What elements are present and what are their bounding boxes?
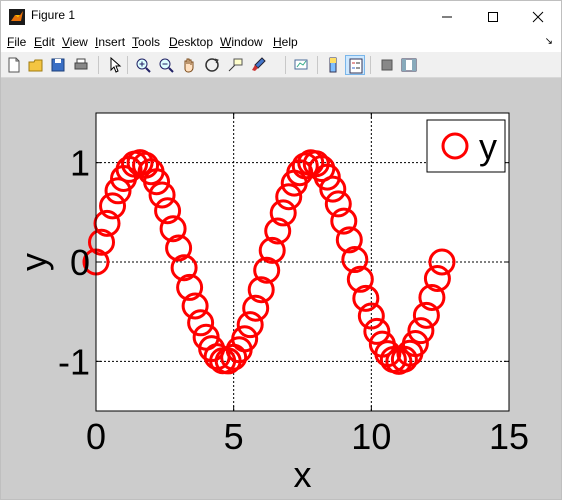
save-button[interactable] — [48, 55, 68, 75]
save-icon — [51, 58, 65, 72]
zoom-in-button[interactable] — [133, 55, 153, 75]
toolbar-separator — [370, 56, 371, 74]
figure-canvas: 0 5 10 15 1 0 -1 x y y — [1, 78, 561, 499]
y-tick-label: -1 — [58, 341, 90, 382]
menu-view[interactable]: View — [62, 35, 88, 49]
brush-button[interactable] — [248, 55, 268, 75]
show-plot-tools-icon — [401, 58, 417, 72]
rotate-3d-button[interactable] — [202, 55, 222, 75]
toolbar-separator — [285, 56, 286, 74]
minimize-icon — [442, 16, 452, 17]
window-title: Figure 1 — [31, 8, 76, 22]
y-tick-label: 0 — [70, 242, 90, 283]
new-figure-icon — [8, 57, 20, 73]
menu-window[interactable]: Window — [220, 35, 263, 49]
menu-bar: ↘ File Edit View Insert Tools Desktop Window He… — [1, 32, 561, 52]
menu-desktop[interactable]: Desktop — [169, 35, 213, 49]
legend-button[interactable] — [345, 55, 365, 75]
print-icon — [74, 58, 88, 70]
menu-edit[interactable]: Edit — [34, 35, 55, 49]
zoom-in-icon — [136, 58, 151, 73]
close-button[interactable] — [515, 1, 561, 32]
pan-hand-icon — [184, 58, 194, 73]
link-plot-button[interactable] — [291, 55, 311, 75]
menu-insert[interactable]: Insert — [95, 35, 125, 49]
zoom-out-button[interactable] — [156, 55, 176, 75]
link-plot-icon — [294, 59, 308, 70]
toolbar-separator — [127, 56, 128, 74]
menu-tools[interactable]: Tools — [132, 35, 160, 49]
menu-file[interactable]: File — [7, 35, 26, 49]
x-tick-label: 5 — [224, 416, 244, 457]
close-icon — [532, 11, 544, 22]
hide-plot-tools-button[interactable] — [377, 55, 397, 75]
zoom-out-icon — [159, 58, 174, 73]
menu-help[interactable]: Help — [273, 35, 298, 49]
data-cursor-icon — [228, 58, 243, 72]
x-tick-label: 15 — [489, 416, 529, 457]
maximize-icon — [488, 11, 498, 22]
new-figure-button[interactable] — [4, 55, 24, 75]
x-axis-label: x — [294, 454, 312, 495]
legend-label: y — [479, 126, 497, 167]
data-cursor-button[interactable] — [225, 55, 245, 75]
toolbar-separator — [98, 56, 99, 74]
print-button[interactable] — [71, 55, 91, 75]
figure-toolbar — [1, 52, 561, 78]
open-file-button[interactable] — [26, 55, 46, 75]
y-axis-label: y — [13, 253, 54, 271]
figure-window: Figure 1 ↘ File Edit View Insert Tools Deskto… — [0, 0, 562, 500]
plot-svg[interactable]: 0 5 10 1510-1xyy — [1, 78, 561, 499]
x-tick-label: 10 — [351, 416, 391, 457]
pan-hand-button[interactable] — [179, 55, 199, 75]
title-bar: Figure 1 — [1, 1, 561, 32]
open-file-icon — [28, 59, 43, 72]
minimize-button[interactable] — [424, 1, 470, 32]
legend-icon — [349, 58, 363, 74]
matlab-icon — [9, 9, 25, 25]
colorbar-button[interactable] — [323, 55, 343, 75]
hide-plot-tools-icon — [381, 59, 393, 71]
x-tick-label: 0 — [86, 416, 106, 457]
pointer-icon — [110, 56, 122, 73]
y-tick-label: 1 — [70, 143, 90, 184]
brush-icon — [252, 57, 266, 71]
maximize-button[interactable] — [470, 1, 516, 32]
toolbar-separator — [317, 56, 318, 74]
dock-arrow-icon[interactable]: ↘ — [545, 36, 553, 47]
colorbar-icon — [329, 57, 337, 73]
rotate-3d-icon — [205, 58, 219, 72]
pointer-button[interactable] — [104, 55, 124, 75]
show-plot-tools-button[interactable] — [399, 55, 419, 75]
